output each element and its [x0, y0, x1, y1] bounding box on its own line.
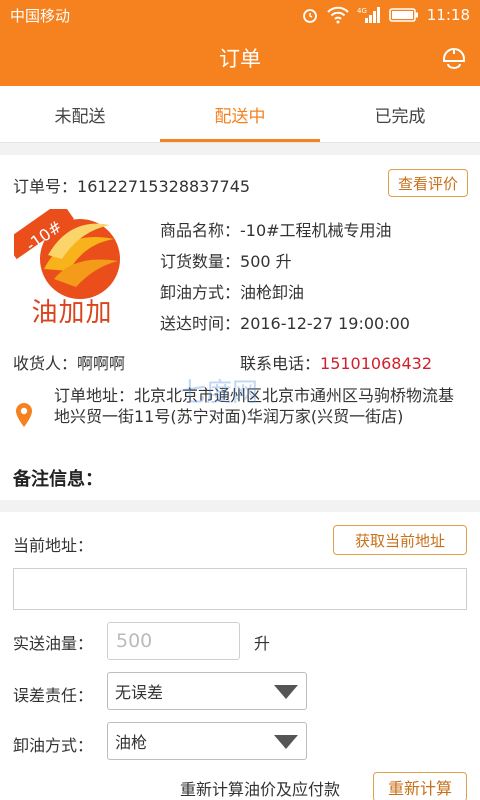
unload-method-row: 卸油方式：油枪卸油 — [160, 279, 304, 303]
current-address-label: 当前地址： — [13, 536, 94, 555]
order-number-label: 订单号： — [13, 177, 78, 196]
order-address-label: 订单地址： — [54, 386, 135, 405]
product-name-row: 商品名称：-10#工程机械专用油 — [160, 217, 392, 241]
recalculate-button[interactable]: 重新计算 — [373, 772, 467, 800]
error-responsibility-select[interactable]: 无误差 — [107, 672, 307, 710]
order-tabs: 未配送 配送中 已完成 — [0, 86, 480, 143]
product-name: -10#工程机械专用油 — [240, 221, 392, 240]
get-current-address-button[interactable]: 获取当前地址 — [333, 525, 467, 555]
battery-icon — [388, 8, 418, 22]
error-responsibility-label: 误差责任： — [13, 686, 94, 705]
view-review-button[interactable]: 查看评价 — [388, 169, 468, 197]
order-number: 16122715328837745 — [77, 177, 251, 196]
receiver-label: 收货人： — [13, 354, 78, 373]
dropdown-arrow-icon — [274, 685, 298, 699]
app-bar: 订单 — [0, 30, 480, 86]
deliver-time-label: 送达时间： — [160, 314, 241, 333]
network-type: 4G — [357, 7, 367, 15]
page-title: 订单 — [219, 47, 261, 71]
qty-unit: 升 — [254, 634, 271, 653]
actual-qty-label: 实送油量： — [13, 634, 94, 653]
status-icons: 4G 11:18 — [301, 6, 470, 24]
order-address: 订单地址：北京北京市通州区北京市通州区马驹桥物流基地兴贸一街11号(苏宁对面)华… — [54, 385, 464, 427]
order-qty-label: 订货数量： — [160, 252, 241, 271]
status-bar: 中国移动 4G 11:18 — [0, 0, 480, 30]
phone-row: 联系电话：15101068432 — [240, 350, 432, 374]
error-responsibility-value: 无误差 — [115, 683, 164, 702]
status-time: 11:18 — [426, 6, 470, 24]
remark-heading: 备注信息： — [13, 469, 103, 490]
delivery-form: 当前地址： 获取当前地址 实送油量： 升 误差责任： 无误差 卸油方式： 油枪 … — [0, 512, 480, 800]
logo-text: 油加加 — [31, 298, 113, 328]
tab-delivering[interactable]: 配送中 — [160, 86, 320, 142]
current-address-field[interactable] — [13, 568, 467, 610]
phone-label: 联系电话： — [240, 354, 321, 373]
unload-method-select-label: 卸油方式： — [13, 736, 94, 755]
product-name-label: 商品名称： — [160, 221, 241, 240]
carrier-name: 中国移动 — [10, 6, 71, 25]
receiver-name: 啊啊啊 — [77, 354, 126, 373]
deliver-time-row: 送达时间：2016-12-27 19:00:00 — [160, 310, 410, 334]
deliver-time: 2016-12-27 19:00:00 — [240, 314, 410, 333]
order-qty-row: 订货数量：500 升 — [160, 248, 292, 272]
phone-number[interactable]: 15101068432 — [320, 354, 432, 373]
order-number-row: 订单号：16122715328837745 — [13, 173, 250, 197]
signal-icon: 4G — [357, 7, 380, 23]
unload-method-label: 卸油方式： — [160, 283, 241, 302]
unload-method: 油枪卸油 — [240, 283, 305, 302]
alarm-icon — [302, 9, 317, 23]
unload-method-select[interactable]: 油枪 — [107, 722, 307, 760]
logo-emblem: -10# — [14, 209, 120, 299]
order-card: 订单号：16122715328837745 查看评价 -10# 油加加 商品名称… — [0, 155, 480, 500]
tab-completed[interactable]: 已完成 — [320, 86, 480, 142]
receiver-row: 收货人：啊啊啊 — [13, 350, 125, 374]
helmet-icon[interactable] — [440, 44, 468, 72]
actual-qty-input[interactable] — [107, 622, 240, 660]
unload-method-value: 油枪 — [115, 733, 148, 752]
location-pin-icon — [16, 403, 32, 427]
product-logo: -10# 油加加 — [14, 209, 130, 329]
dropdown-arrow-icon — [274, 735, 298, 749]
recalc-hint: 重新计算油价及应付款 — [180, 780, 341, 799]
order-qty: 500 升 — [240, 252, 292, 271]
tab-undelivered[interactable]: 未配送 — [0, 86, 160, 142]
wifi-icon — [327, 6, 349, 24]
